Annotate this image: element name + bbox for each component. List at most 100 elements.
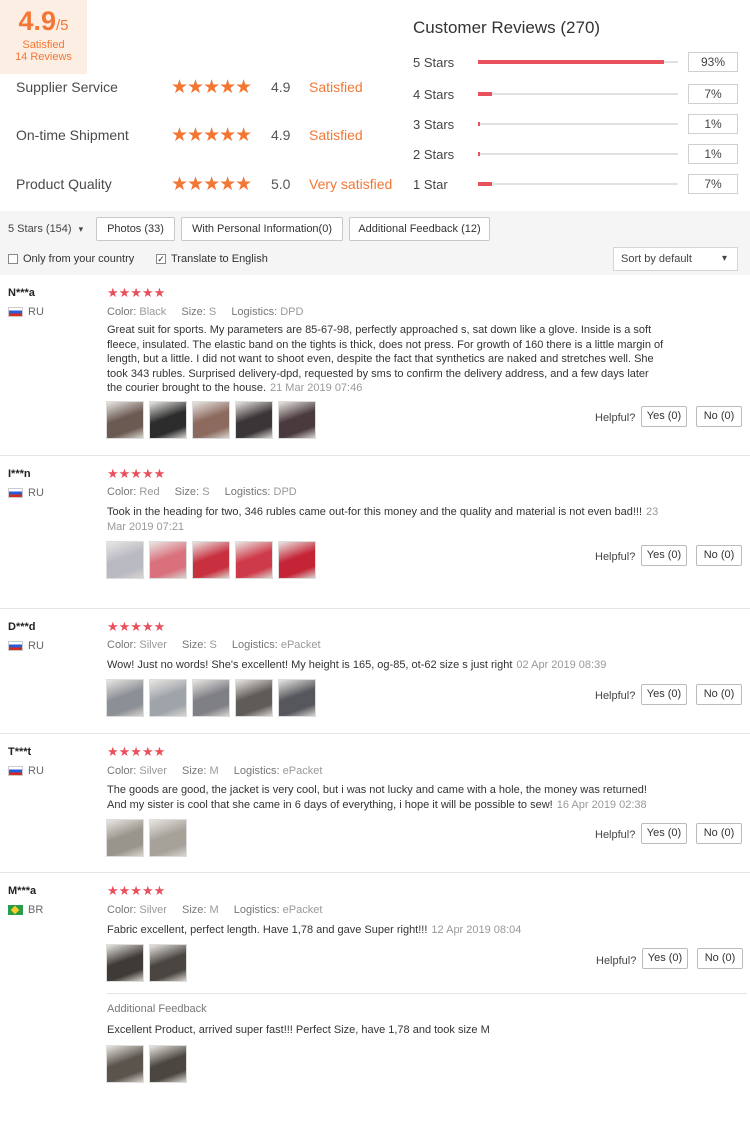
only-country-checkbox[interactable]: Only from your country [8,253,134,265]
helpful-label: Helpful? [595,690,636,702]
review-photo[interactable] [235,541,273,579]
review-photo[interactable] [106,944,144,982]
star-filter-select[interactable]: 5 Stars (154) ▾ [8,223,83,235]
review-text: Great suit for sports. My parameters are… [107,323,667,396]
helpful-no-button[interactable]: No (0) [697,948,743,969]
attr-label: Size: [181,639,207,651]
distribution-fill [478,182,492,186]
reviewer-country: RU [8,306,44,318]
distribution-fill [478,60,664,64]
distribution-row-1[interactable]: 1 Star 7% [413,174,738,194]
star-filter-label: 5 Stars (154) [8,223,72,235]
flag-br-icon [8,905,23,915]
review-text: Took in the heading for two, 346 rubles … [107,505,667,534]
chevron-down-icon: ▾ [721,253,727,264]
photos-filter-button[interactable]: Photos (33) [96,217,175,241]
distribution-row-5[interactable]: 5 Stars 93% [413,52,738,72]
review-photo[interactable] [235,401,273,439]
review-photo[interactable] [149,541,187,579]
metric-verdict: Satisfied [309,79,363,95]
helpful-label: Helpful? [596,955,637,967]
helpful-no-button[interactable]: No (0) [696,545,742,566]
attr-label: Size: [174,486,200,498]
reviewer-country: RU [8,487,44,499]
review-photo[interactable] [192,401,230,439]
distribution-track [478,60,678,64]
helpful-label: Helpful? [595,551,636,563]
review-body: Took in the heading for two, 346 rubles … [107,506,643,518]
reviewer-name: N***a [8,287,35,299]
personal-info-filter-button[interactable]: With Personal Information(0) [181,217,343,241]
reviewer-country: RU [8,640,44,652]
distribution-fill [478,122,480,126]
helpful-yes-button[interactable]: Yes (0) [642,948,688,969]
overall-satisfied: Satisfied [22,39,65,51]
helpful-yes-button[interactable]: Yes (0) [641,823,687,844]
additional-feedback-photos [106,1045,192,1083]
review-photo[interactable] [278,679,316,717]
helpful-no-button[interactable]: No (0) [696,406,742,427]
review-photo[interactable] [235,679,273,717]
attr-size: S [209,639,217,651]
review-photo[interactable] [278,401,316,439]
review-photo[interactable] [149,679,187,717]
review-attributes: Color: Red Size: S Logistics: DPD [107,486,309,498]
metric-stars: ★★★★★ [171,76,252,98]
additional-feedback-filter-button[interactable]: Additional Feedback (12) [349,217,490,241]
attr-label: Logistics: [224,486,271,498]
attr-logistics: DPD [273,486,297,498]
distribution-row-3[interactable]: 3 Stars 1% [413,114,738,134]
helpful-yes-button[interactable]: Yes (0) [641,406,687,427]
translate-checkbox[interactable]: ✓ Translate to English [156,253,268,265]
review-photo[interactable] [106,541,144,579]
helpful-yes-button[interactable]: Yes (0) [641,545,687,566]
review-photo[interactable] [106,401,144,439]
chevron-down-icon: ▾ [78,224,84,234]
attr-label: Logistics: [233,765,280,777]
review-photo[interactable] [149,1045,187,1083]
distribution-track [478,92,678,96]
review-photo[interactable] [106,819,144,857]
distribution-percent: 1% [688,114,738,134]
distribution-fill [478,92,492,96]
distribution-track [478,122,678,126]
sort-select[interactable]: Sort by default ▾ [613,247,738,271]
reviewer-country: BR [8,904,43,916]
review-item: I***n RU ★★★★★ Color: Red Size: S Logist… [0,456,750,609]
helpful-yes-button[interactable]: Yes (0) [641,684,687,705]
review-photo[interactable] [149,944,187,982]
distribution-row-2[interactable]: 2 Stars 1% [413,144,738,164]
metric-verdict: Satisfied [309,127,363,143]
helpful-no-button[interactable]: No (0) [696,684,742,705]
review-date: 02 Apr 2019 08:39 [516,659,607,671]
review-photo[interactable] [149,819,187,857]
distribution-row-4[interactable]: 4 Stars 7% [413,84,738,104]
distribution-percent: 93% [688,52,738,72]
metric-label: Product Quality [16,176,112,192]
review-photo[interactable] [106,1045,144,1083]
reviewer-name: T***t [8,746,32,758]
metric-score: 4.9 [271,127,291,143]
checkbox-box[interactable] [8,254,18,264]
distribution-label: 5 Stars [413,54,455,70]
review-photo[interactable] [192,541,230,579]
metric-score: 4.9 [271,79,291,95]
attr-label: Size: [181,765,207,777]
attr-label: Color: [107,306,137,318]
review-photos [106,944,192,982]
review-stars: ★★★★★ [107,883,166,898]
checkmark-icon[interactable]: ✓ [156,254,166,264]
review-photos [106,819,192,857]
review-photo[interactable] [149,401,187,439]
review-photo[interactable] [278,541,316,579]
review-stars: ★★★★★ [107,619,166,634]
metric-stars: ★★★★★ [171,124,252,146]
country-code: BR [28,904,44,916]
review-photo[interactable] [192,679,230,717]
review-photo[interactable] [106,679,144,717]
attr-label: Color: [107,486,137,498]
helpful-no-button[interactable]: No (0) [696,823,742,844]
review-photos [106,679,321,717]
country-code: RU [28,640,44,652]
flag-ru-icon [8,766,23,776]
